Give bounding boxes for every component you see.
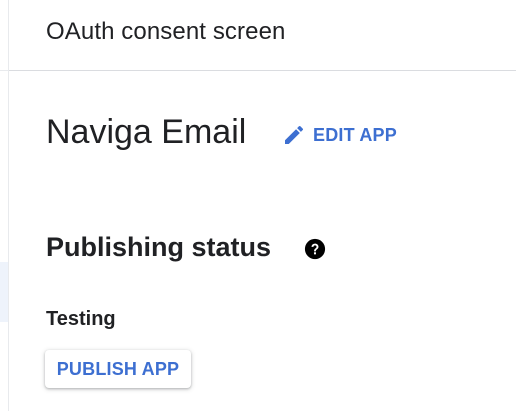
page-header: OAuth consent screen bbox=[9, 0, 516, 71]
publishing-status-heading: Publishing status bbox=[46, 232, 272, 262]
page-title: OAuth consent screen bbox=[46, 18, 286, 45]
app-name: Naviga Email bbox=[46, 113, 247, 151]
publish-app-button[interactable]: PUBLISH APP bbox=[45, 350, 191, 388]
edit-app-label: EDIT APP bbox=[313, 124, 397, 145]
oauth-consent-page: OAuth consent screen Naviga Email EDIT A… bbox=[0, 0, 516, 411]
pencil-icon bbox=[285, 125, 304, 144]
help-circle-icon[interactable] bbox=[304, 238, 326, 260]
left-nav-active-item[interactable] bbox=[0, 262, 8, 322]
publishing-status-value: Testing bbox=[46, 308, 116, 330]
edit-app-button[interactable]: EDIT APP bbox=[282, 121, 397, 149]
left-nav-header-divider bbox=[0, 0, 8, 71]
left-nav-rail bbox=[0, 0, 9, 411]
